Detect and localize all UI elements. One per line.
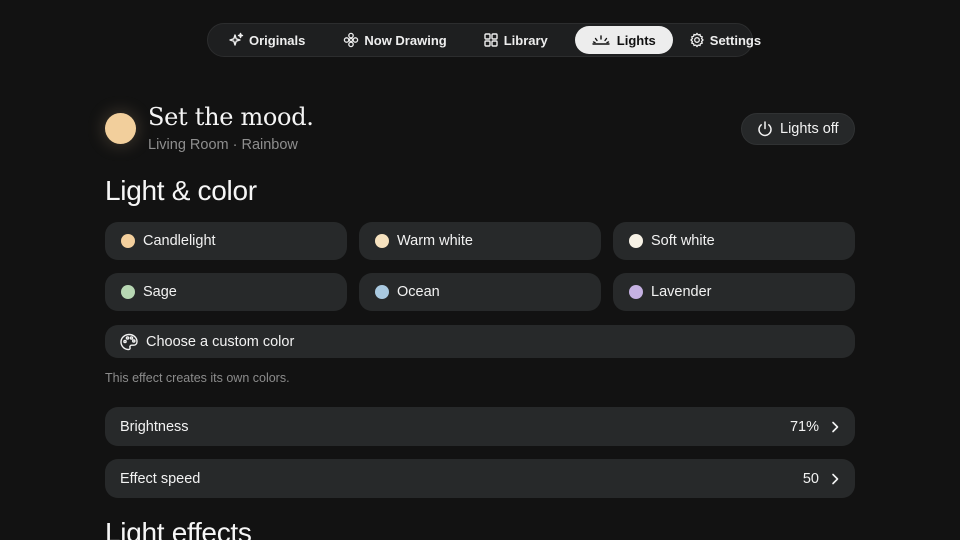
- nav-item-lights[interactable]: Lights: [574, 26, 673, 54]
- nav-label-now-drawing: Now Drawing: [364, 32, 447, 48]
- nav-label-originals: Originals: [249, 32, 306, 48]
- nav-item-originals[interactable]: Originals: [228, 26, 305, 54]
- color-preset-sage[interactable]: Sage: [105, 273, 347, 311]
- preset-label: Soft white: [651, 233, 715, 249]
- top-navigation: Originals Now Drawing Library Lights Set…: [207, 23, 761, 57]
- palette-icon: [120, 333, 138, 350]
- sparkles-icon: [229, 32, 244, 46]
- color-preset-ocean[interactable]: Ocean: [359, 273, 601, 311]
- nav-item-now-drawing[interactable]: Now Drawing: [343, 26, 447, 54]
- sunrise-icon: [592, 35, 610, 45]
- color-swatch: [375, 285, 389, 299]
- color-preset-candlelight[interactable]: Candlelight: [105, 222, 347, 260]
- chevron-right-icon: [832, 473, 839, 484]
- preset-label: Lavender: [651, 284, 712, 300]
- custom-color-button[interactable]: Choose a custom color: [105, 325, 855, 358]
- color-swatch: [375, 234, 389, 248]
- nav-label-settings: Settings: [709, 32, 762, 48]
- page-title: Set the mood.: [148, 103, 314, 131]
- effect-speed-label: Effect speed: [120, 470, 201, 487]
- nav-item-settings[interactable]: Settings: [689, 26, 761, 54]
- color-swatch: [629, 285, 643, 299]
- room-effect-subtitle: Living Room · Rainbow: [148, 137, 298, 153]
- nav-label-library: Library: [503, 32, 548, 48]
- chevron-right-icon: [832, 421, 839, 432]
- brightness-label: Brightness: [120, 418, 189, 435]
- nav-item-library[interactable]: Library: [483, 26, 548, 54]
- gear-icon: [689, 32, 704, 48]
- section-title-light-color: Light & color: [105, 175, 257, 206]
- color-preset-soft-white[interactable]: Soft white: [613, 222, 855, 260]
- custom-color-label: Choose a custom color: [146, 333, 295, 350]
- preset-label: Ocean: [397, 284, 440, 300]
- color-preset-warm-white[interactable]: Warm white: [359, 222, 601, 260]
- color-preset-lavender[interactable]: Lavender: [613, 273, 855, 311]
- flower-icon: [344, 32, 359, 48]
- grid-icon: [484, 33, 498, 47]
- power-icon: [758, 121, 772, 137]
- effect-speed-row[interactable]: Effect speed 50: [105, 459, 855, 498]
- section-title-light-effects: Light effects: [105, 517, 252, 540]
- preset-label: Candlelight: [143, 233, 216, 249]
- mood-color-swatch: [105, 113, 136, 144]
- lights-page: Originals Now Drawing Library Lights Set…: [0, 0, 960, 540]
- preset-label: Warm white: [397, 233, 473, 249]
- lights-off-label: Lights off: [780, 121, 839, 137]
- brightness-row[interactable]: Brightness 71%: [105, 407, 855, 446]
- effect-speed-value: 50: [802, 470, 819, 487]
- color-swatch: [121, 234, 135, 248]
- effect-color-hint: This effect creates its own colors.: [105, 371, 290, 385]
- color-swatch: [629, 234, 643, 248]
- preset-label: Sage: [143, 284, 177, 300]
- color-swatch: [121, 285, 135, 299]
- brightness-value: 71%: [789, 418, 819, 435]
- lights-off-button[interactable]: Lights off: [741, 113, 855, 145]
- nav-label-lights: Lights: [616, 32, 656, 48]
